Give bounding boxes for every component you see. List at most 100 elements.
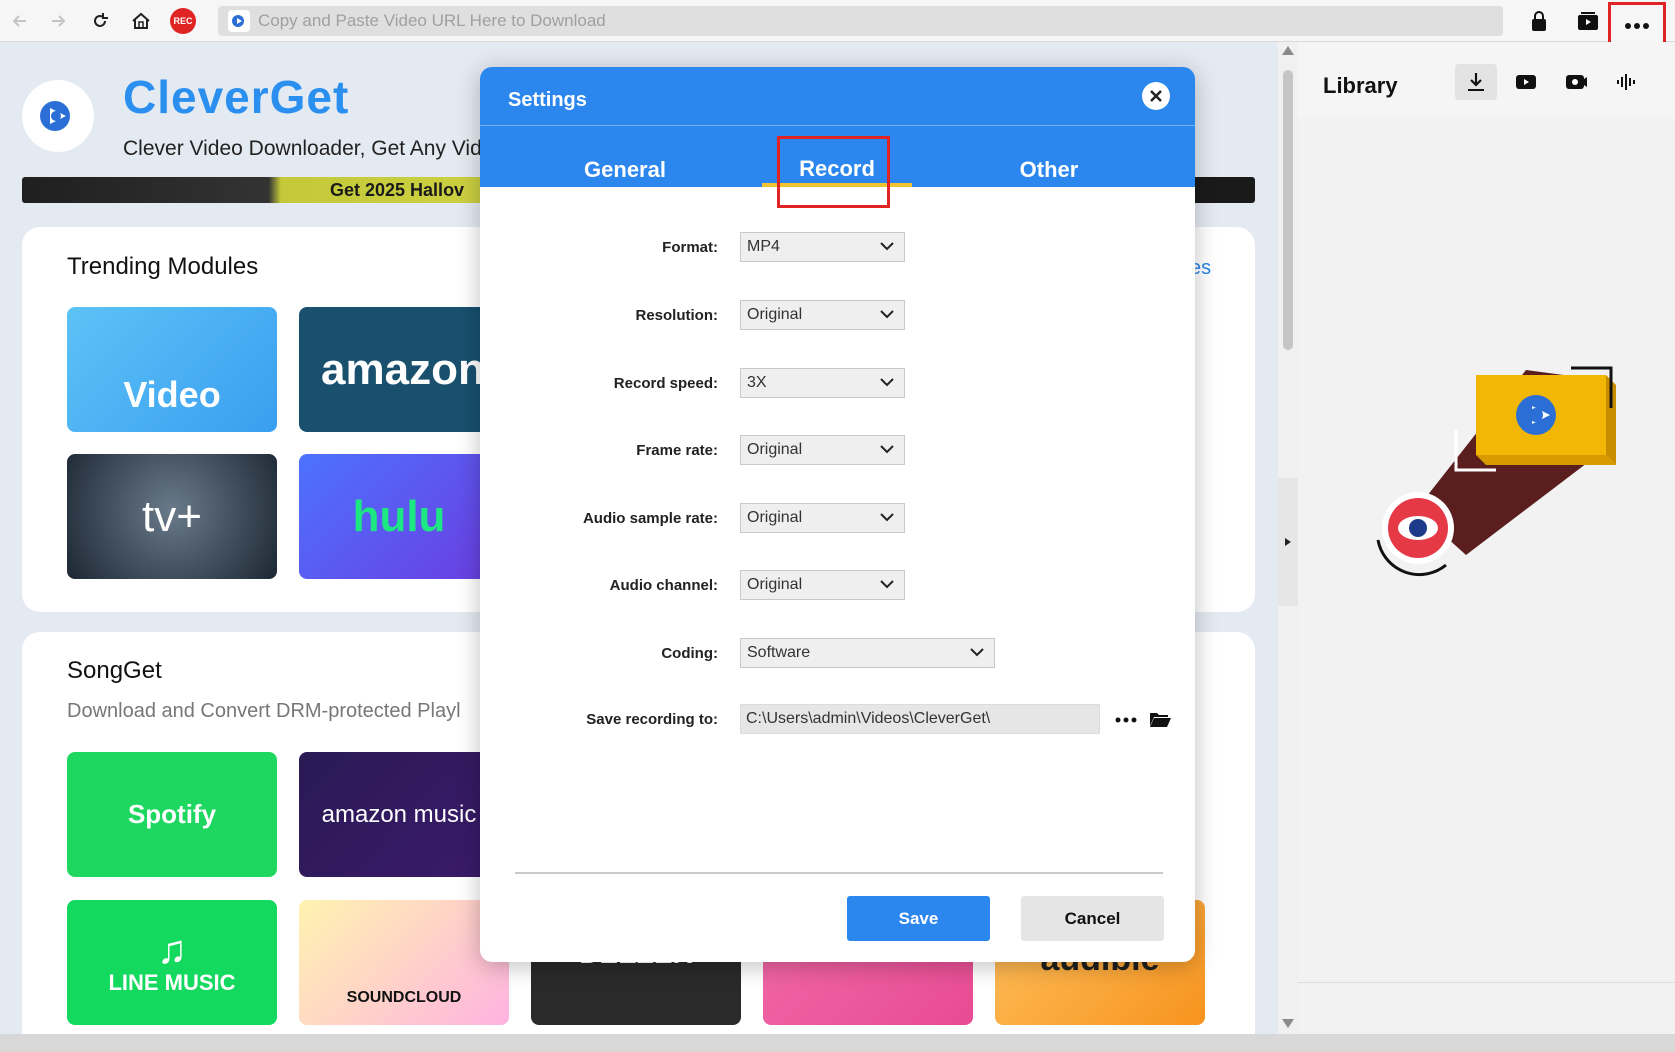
home-icon[interactable] <box>129 9 153 33</box>
cleverget-logo-icon <box>228 10 250 32</box>
chevron-down-icon <box>880 242 894 251</box>
chevron-down-icon <box>880 310 894 319</box>
trending-title: Trending Modules <box>67 253 259 280</box>
soundcloud-tile[interactable]: SOUNDCLOUD <box>299 900 509 1025</box>
record-button[interactable]: REC <box>170 8 196 34</box>
tile-label: LINE MUSIC <box>108 969 236 995</box>
audio-channel-value: Original <box>747 576 803 593</box>
resolution-row: Resolution: Original <box>480 300 1195 332</box>
tile-label: amazon music <box>321 800 477 828</box>
tab-other[interactable]: Other <box>974 157 1124 183</box>
recording-tab-icon[interactable] <box>1555 64 1597 100</box>
collapse-panel-button[interactable] <box>1278 478 1298 606</box>
coding-value: Software <box>747 644 811 661</box>
promo-text: Get 2025 Hallov <box>330 180 465 200</box>
chevron-down-icon <box>880 445 894 454</box>
music-note-icon: ♫ <box>157 927 187 972</box>
line-music-tile[interactable]: ♫ LINE MUSIC <box>67 900 277 1025</box>
tile-label: Video <box>123 373 221 415</box>
audio-tab-icon[interactable] <box>1605 64 1647 100</box>
browse-options-button[interactable] <box>1113 710 1139 730</box>
scroll-thumb[interactable] <box>1283 70 1293 350</box>
tile-label: SOUNDCLOUD <box>346 988 462 1006</box>
save-path-row: Save recording to: C:\Users\admin\Videos… <box>480 704 1195 736</box>
chevron-down-icon <box>880 378 894 387</box>
format-value: MP4 <box>747 238 780 255</box>
brand-subtitle: Clever Video Downloader, Get Any Vid <box>123 137 482 160</box>
header-separator <box>480 125 1195 126</box>
frame-rate-select[interactable]: Original <box>740 435 905 465</box>
scroll-down-icon[interactable] <box>1282 1019 1294 1028</box>
appletv-module-tile[interactable]: tv+ <box>67 454 277 579</box>
spotify-tile[interactable]: Spotify <box>67 752 277 877</box>
chevron-down-icon <box>880 513 894 522</box>
save-button[interactable]: Save <box>847 896 990 941</box>
audio-sample-rate-row: Audio sample rate: Original <box>480 503 1195 535</box>
save-path-field[interactable]: C:\Users\admin\Videos\CleverGet\ <box>740 704 1100 734</box>
brand-title: CleverGet <box>123 71 350 123</box>
bottom-strip <box>0 1034 1675 1052</box>
refresh-icon[interactable] <box>88 9 112 33</box>
vertical-scrollbar[interactable] <box>1278 42 1298 1034</box>
library-header: Library <box>1298 42 1675 117</box>
songget-description: Download and Convert DRM-protected Playl <box>67 700 461 722</box>
url-input[interactable] <box>258 11 1458 31</box>
format-row: Format: MP4 <box>480 232 1195 264</box>
library-title: Library <box>1323 73 1398 98</box>
resolution-label: Resolution: <box>635 307 719 324</box>
audio-channel-select[interactable]: Original <box>740 570 905 600</box>
tile-label: Spotify <box>127 799 217 829</box>
url-bar[interactable] <box>218 6 1503 36</box>
folder-open-icon <box>1150 713 1171 727</box>
library-panel: Library <box>1298 42 1675 1034</box>
audio-channel-label: Audio channel: <box>609 577 718 594</box>
recording-illustration <box>1356 340 1616 600</box>
browser-toolbar: REC <box>0 0 1675 50</box>
audio-channel-row: Audio channel: Original <box>480 570 1195 602</box>
hulu-module-tile[interactable]: hulu <box>299 454 499 579</box>
record-speed-value: 3X <box>747 374 767 391</box>
tab-highlight-box <box>777 136 890 208</box>
close-icon <box>1150 90 1162 102</box>
back-arrow-icon[interactable] <box>8 9 32 33</box>
tile-label: amazon <box>321 344 485 394</box>
more-dots-icon <box>1625 23 1649 29</box>
resolution-select[interactable]: Original <box>740 300 905 330</box>
audio-sample-rate-select[interactable]: Original <box>740 503 905 533</box>
save-path-value: C:\Users\admin\Videos\CleverGet\ <box>746 710 991 727</box>
chevron-down-icon <box>880 580 894 589</box>
frame-rate-value: Original <box>747 441 803 458</box>
format-label: Format: <box>662 239 718 256</box>
lock-icon[interactable] <box>1527 9 1551 33</box>
chevron-down-icon <box>970 648 984 657</box>
scroll-up-icon[interactable] <box>1282 46 1294 55</box>
more-dots-icon <box>1115 717 1137 723</box>
tile-label: tv+ <box>142 491 202 541</box>
close-button[interactable] <box>1142 82 1170 110</box>
record-speed-select[interactable]: 3X <box>740 368 905 398</box>
songget-title: SongGet <box>67 657 162 684</box>
amazon-music-tile[interactable]: amazon music <box>299 752 499 877</box>
open-folder-button[interactable] <box>1147 708 1173 730</box>
cancel-button[interactable]: Cancel <box>1021 896 1164 941</box>
coding-row: Coding: Software <box>480 638 1195 670</box>
format-select[interactable]: MP4 <box>740 232 905 262</box>
save-path-label: Save recording to: <box>586 711 718 728</box>
video-module-tile[interactable]: Video <box>67 307 277 432</box>
audio-sample-rate-label: Audio sample rate: <box>582 510 718 527</box>
video-tab-icon[interactable] <box>1505 64 1547 100</box>
audio-sample-rate-value: Original <box>747 509 803 526</box>
coding-label: Coding: <box>661 645 718 662</box>
coding-select[interactable]: Software <box>740 638 995 668</box>
footer-divider <box>515 872 1163 874</box>
video-library-icon[interactable] <box>1573 9 1603 33</box>
settings-dialog: Settings General Record Other Format: MP… <box>480 67 1195 962</box>
amazon-module-tile[interactable]: amazon <box>299 307 499 432</box>
resolution-value: Original <box>747 306 803 323</box>
frame-rate-label: Frame rate: <box>636 442 718 459</box>
cleverget-brand-logo <box>22 80 94 152</box>
record-speed-row: Record speed: 3X <box>480 368 1195 400</box>
forward-arrow-icon[interactable] <box>46 9 70 33</box>
tab-general[interactable]: General <box>550 157 700 183</box>
download-tab-icon[interactable] <box>1455 64 1497 100</box>
